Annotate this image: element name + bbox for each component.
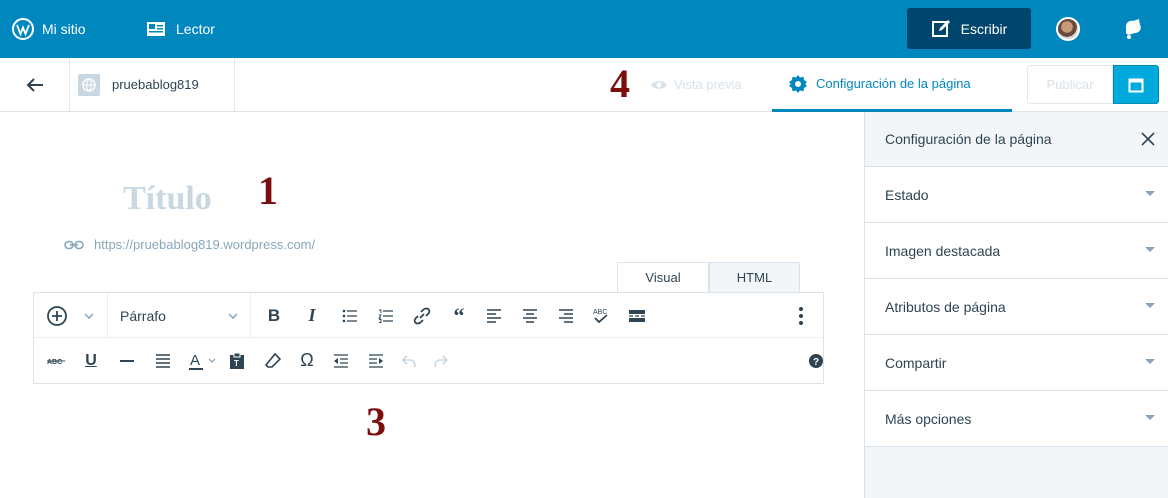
special-char-icon[interactable]: Ω (296, 338, 318, 383)
strikethrough-icon[interactable]: ABC (44, 338, 68, 383)
sidebar-item-label: Imagen destacada (885, 242, 1001, 259)
caret-down-icon (1145, 303, 1155, 308)
title-input[interactable]: Título (123, 180, 212, 218)
toolbar-separator (250, 293, 251, 338)
site-selector[interactable]: pruebablog819 (70, 58, 235, 111)
justify-icon[interactable] (152, 338, 174, 383)
caret-down-icon (1145, 247, 1155, 252)
write-label: Escribir (960, 20, 1008, 37)
write-button[interactable]: Escribir (907, 8, 1031, 49)
sidebar-item-label: Atributos de página (885, 298, 1006, 315)
avatar[interactable] (1056, 17, 1080, 41)
sidebar-item-featured-image[interactable]: Imagen destacada (865, 223, 1168, 279)
svg-text:?: ? (813, 357, 819, 368)
schedule-button[interactable] (1113, 65, 1159, 104)
sidebar-item-more-options[interactable]: Más opciones (865, 391, 1168, 447)
editor-toolbar: Párrafo B I “ ABC ABC U A T Ω ? (33, 292, 824, 384)
link-icon[interactable] (410, 293, 434, 338)
page-settings-tab[interactable]: Configuración de la página (772, 58, 1012, 112)
editor-ground-control: pruebablog819 Vista previa Configuración… (0, 58, 1168, 112)
eye-icon (651, 80, 667, 89)
align-left-icon[interactable] (482, 293, 506, 338)
undo-icon[interactable] (398, 338, 420, 383)
close-icon[interactable] (1139, 130, 1157, 148)
arrow-left-icon (26, 77, 43, 92)
indent-icon[interactable] (365, 338, 387, 383)
reader-label: Lector (176, 21, 215, 37)
sidebar-header: Configuración de la página (865, 112, 1168, 167)
annotation-3: 3 (366, 399, 386, 444)
gear-icon (789, 74, 807, 93)
paste-text-icon[interactable]: T (226, 338, 248, 383)
bold-icon[interactable]: B (262, 293, 286, 338)
outdent-icon[interactable] (330, 338, 352, 383)
format-select[interactable]: Párrafo (108, 293, 250, 338)
chevron-down-icon[interactable] (78, 293, 100, 338)
more-vertical-icon[interactable] (789, 293, 813, 338)
caret-down-icon (1145, 359, 1155, 364)
globe-icon (78, 73, 100, 96)
page-settings-sidebar: Configuración de la página Estado Imagen… (864, 112, 1168, 498)
site-name: pruebablog819 (112, 77, 199, 92)
wordpress-logo-icon (12, 18, 34, 40)
format-select-value: Párrafo (120, 307, 166, 324)
chevron-down-icon (228, 313, 238, 319)
numbered-list-icon[interactable] (374, 293, 398, 338)
sidebar-item-label: Más opciones (885, 410, 972, 427)
italic-icon[interactable]: I (300, 293, 324, 338)
caret-down-icon (1145, 191, 1155, 196)
reader-button[interactable]: Lector (146, 0, 215, 58)
my-site-label: Mi sitio (42, 21, 86, 37)
horizontal-rule-icon[interactable] (116, 338, 138, 383)
sidebar-title: Configuración de la página (885, 131, 1052, 147)
editor-mode-tabs: Visual HTML (617, 262, 800, 292)
tab-visual[interactable]: Visual (617, 262, 709, 292)
clear-format-icon[interactable] (262, 338, 284, 383)
calendar-icon (1128, 78, 1144, 92)
back-button[interactable] (0, 58, 70, 111)
text-color-icon[interactable]: A (186, 338, 220, 383)
tab-html[interactable]: HTML (709, 262, 800, 292)
toolbar-row-2: ABC U A T Ω ? (34, 338, 823, 383)
caret-down-icon (1145, 415, 1155, 420)
sidebar-item-label: Estado (885, 186, 929, 203)
svg-text:ABC: ABC (593, 309, 607, 316)
svg-text:ABC: ABC (47, 359, 62, 366)
svg-text:A: A (190, 352, 200, 369)
align-center-icon[interactable] (518, 293, 542, 338)
annotation-1: 1 (258, 168, 278, 213)
blockquote-icon[interactable]: “ (447, 293, 471, 338)
annotation-4: 4 (610, 61, 630, 106)
redo-icon[interactable] (430, 338, 452, 383)
toolbar-row-1: Párrafo B I “ ABC (34, 293, 823, 338)
notifications-icon[interactable] (1120, 17, 1144, 41)
write-icon (931, 19, 950, 37)
preview-label: Vista previa (674, 77, 742, 92)
publish-button[interactable]: Publicar (1027, 65, 1113, 104)
sidebar-item-label: Compartir (885, 354, 947, 371)
help-icon[interactable]: ? (807, 338, 825, 383)
sidebar-item-status[interactable]: Estado (865, 167, 1168, 223)
my-site-button[interactable]: Mi sitio (12, 0, 86, 58)
permalink[interactable]: https://pruebablog819.wordpress.com/ (64, 237, 315, 252)
underline-icon[interactable]: U (80, 338, 102, 383)
permalink-url: https://pruebablog819.wordpress.com/ (94, 237, 316, 252)
bullet-list-icon[interactable] (338, 293, 362, 338)
masterbar: Mi sitio Lector Escribir (0, 0, 1168, 58)
read-more-icon[interactable] (625, 293, 649, 338)
preview-button[interactable]: Vista previa (650, 58, 742, 111)
align-right-icon[interactable] (554, 293, 578, 338)
svg-text:T: T (234, 359, 239, 368)
page-settings-label: Configuración de la página (816, 76, 971, 91)
spellcheck-icon[interactable]: ABC (589, 293, 613, 338)
sidebar-item-page-attributes[interactable]: Atributos de página (865, 279, 1168, 335)
sidebar-item-sharing[interactable]: Compartir (865, 335, 1168, 391)
link-icon (64, 240, 84, 249)
reader-icon (147, 22, 165, 36)
add-block-icon[interactable] (40, 293, 74, 338)
